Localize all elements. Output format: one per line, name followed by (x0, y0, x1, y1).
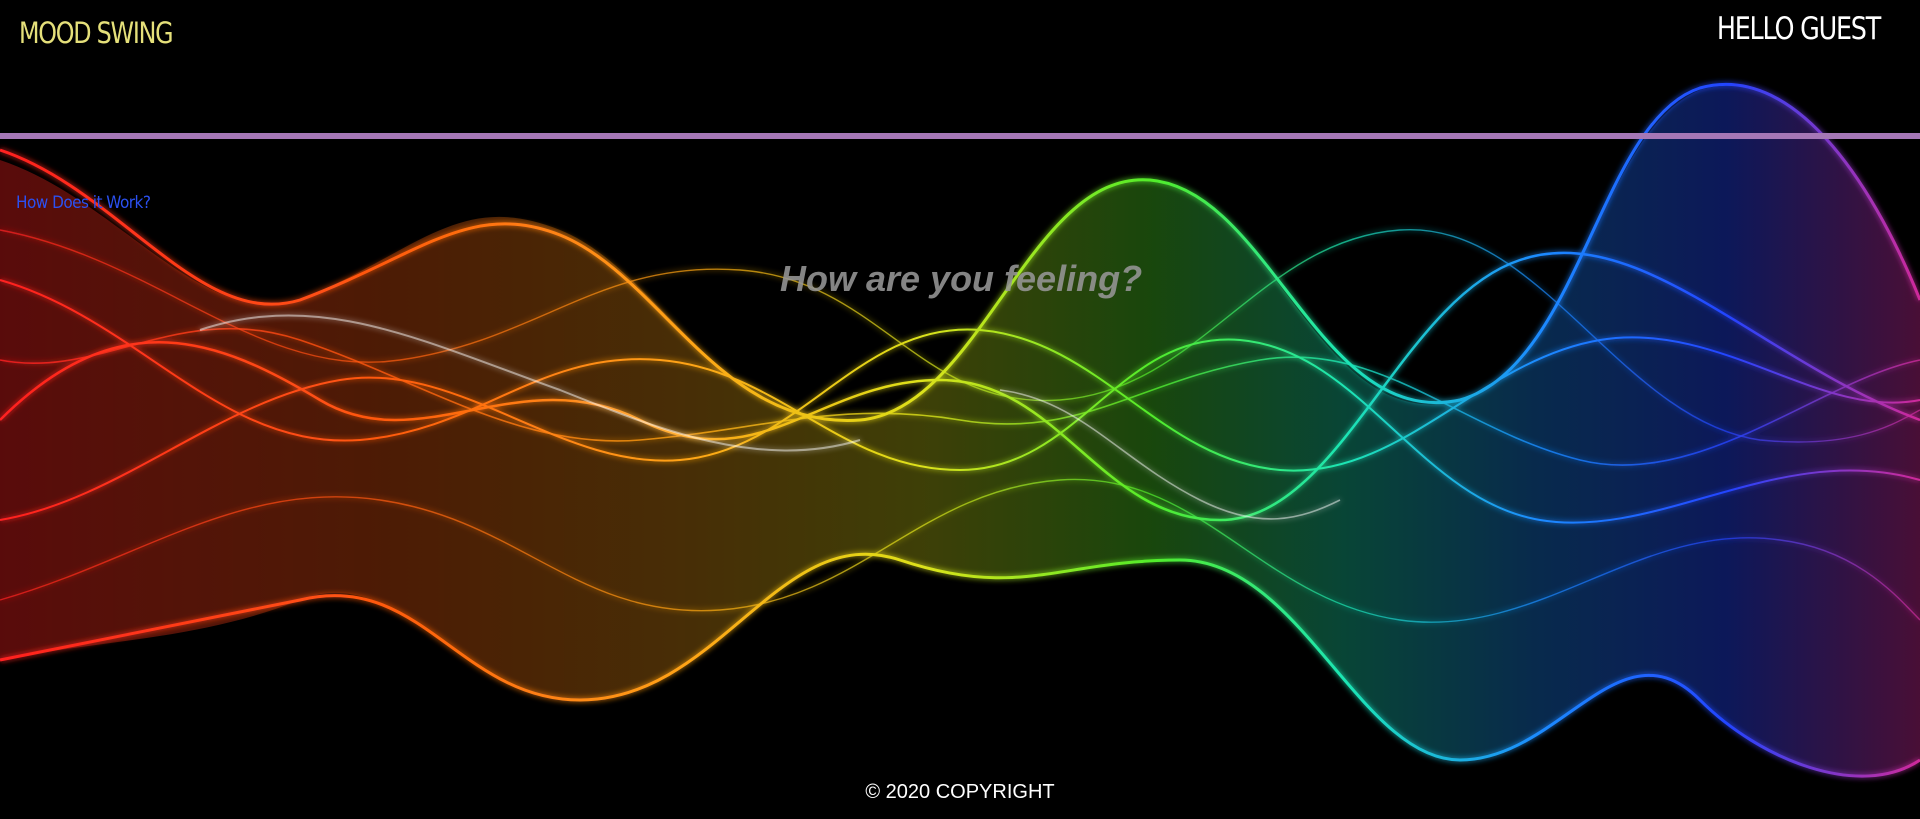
how-it-works-link[interactable]: How Does it Work? (16, 193, 151, 213)
brand-logo[interactable]: MOOD SWING (19, 16, 174, 50)
header-divider (0, 133, 1920, 139)
user-greeting: HELLO GUEST (1716, 11, 1881, 47)
page: MOOD SWING HELLO GUEST How Does it Work?… (0, 0, 1920, 819)
footer-copyright: © 2020 COPYRIGHT (865, 781, 1055, 803)
mood-question: How are you feeling? (780, 258, 1143, 299)
rainbow-wave-background (0, 82, 1920, 778)
